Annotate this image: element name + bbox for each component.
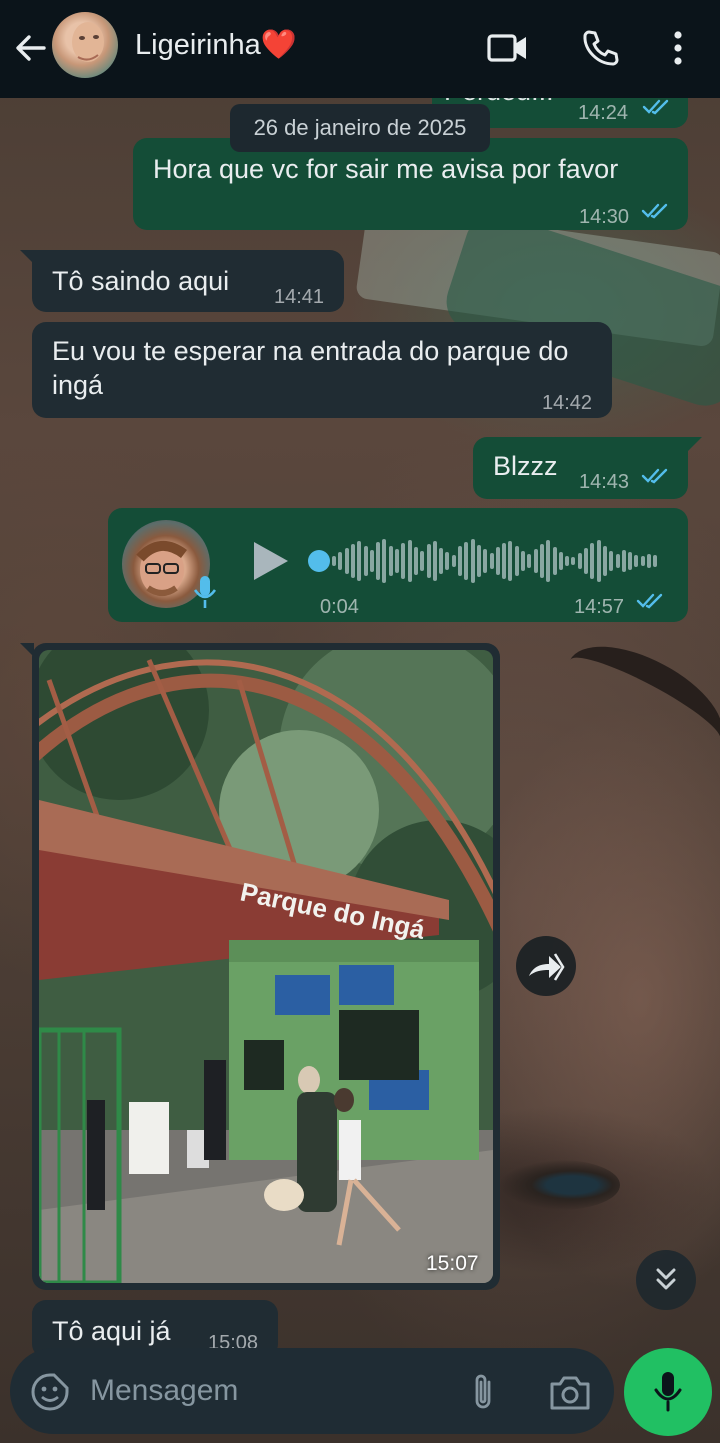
scroll-to-bottom-button[interactable]: [636, 1250, 696, 1310]
waveform-bar: [621, 550, 626, 572]
bubble-tail: [20, 643, 34, 657]
message-text: Hora que vc for sair me avisa por favor: [153, 154, 619, 184]
message-time: 14:57: [574, 596, 625, 618]
message-composer: [10, 1348, 614, 1434]
message-text: Eu vou te esperar na entrada do parque d…: [52, 336, 569, 400]
waveform-bar: [470, 539, 475, 583]
waveform-bar: [420, 551, 425, 571]
waveform-bar: [363, 546, 368, 576]
waveform-bar: [640, 556, 645, 566]
double-chevron-down-icon: [656, 1268, 676, 1290]
more-vert-icon[interactable]: [656, 26, 700, 70]
waveform-bar: [458, 546, 462, 576]
waveform-bar: [634, 555, 639, 567]
waveform-bar: [533, 549, 538, 573]
waveform-bar: [401, 543, 406, 579]
mic-icon: [654, 1372, 682, 1412]
message-text: Tô saindo aqui: [52, 266, 230, 296]
waveform-bar: [382, 539, 387, 583]
message-input[interactable]: [90, 1368, 450, 1414]
waveform-bar: [615, 554, 620, 568]
waveform-bar: [527, 554, 532, 568]
message-text: Tô aqui já: [52, 1316, 171, 1346]
message-bubble-outgoing[interactable]: Blzzz 14:43: [473, 437, 688, 499]
read-ticks-icon: [636, 593, 663, 609]
waveform-bar: [647, 554, 651, 568]
waveform-bar: [571, 557, 576, 565]
mic-badge-icon: [193, 576, 217, 608]
waveform-bar: [521, 551, 525, 571]
message-time: 14:43: [579, 471, 630, 493]
waveform-bar: [432, 541, 437, 581]
audio-waveform[interactable]: [332, 538, 662, 584]
camera-icon[interactable]: [548, 1372, 592, 1412]
message-time: 14:42: [542, 392, 593, 414]
waveform-bar: [451, 555, 456, 567]
waveform-bar: [508, 541, 513, 581]
waveform-bar: [357, 541, 362, 581]
waveform-bar: [413, 547, 418, 575]
waveform-bar: [338, 552, 343, 570]
waveform-bar: [590, 543, 595, 579]
message-time: 15:07: [426, 1252, 479, 1275]
waveform-bar: [483, 549, 488, 573]
waveform-bar: [407, 540, 412, 582]
waveform-bar: [628, 552, 633, 570]
forward-icon[interactable]: [516, 936, 576, 996]
waveform-bar: [502, 543, 507, 579]
waveform-bar: [514, 546, 519, 576]
waveform-bar: [539, 544, 544, 578]
chat-header: Ligeirinha❤️: [0, 0, 720, 98]
play-icon[interactable]: [250, 540, 290, 582]
waveform-bar: [344, 548, 349, 574]
waveform-bar: [596, 540, 601, 582]
bubble-tail: [20, 250, 34, 264]
message-time: 14:41: [274, 286, 325, 308]
attach-icon[interactable]: [470, 1372, 496, 1412]
contact-avatar[interactable]: [52, 12, 118, 78]
waveform-bar: [464, 542, 469, 580]
message-text: Blzzz: [493, 451, 558, 481]
audio-scrubber-handle[interactable]: [308, 550, 330, 572]
waveform-bar: [376, 542, 381, 580]
message-time: 14:30: [579, 206, 630, 228]
waveform-bar: [439, 548, 444, 574]
waveform-bar: [395, 549, 399, 573]
contact-name[interactable]: Ligeirinha❤️: [135, 28, 297, 62]
read-ticks-icon: [641, 468, 668, 484]
waveform-bar: [565, 556, 570, 566]
video-call-icon[interactable]: [486, 26, 530, 70]
waveform-bar: [552, 547, 557, 575]
waveform-bar: [388, 546, 393, 576]
waveform-bar: [609, 551, 614, 571]
message-bubble-incoming[interactable]: Tô saindo aqui 14:41: [32, 250, 344, 312]
waveform-bar: [653, 555, 658, 567]
waveform-bar: [350, 544, 355, 578]
waveform-bar: [476, 545, 481, 577]
date-chip: 26 de janeiro de 2025: [230, 104, 490, 152]
mic-button[interactable]: [624, 1348, 712, 1436]
waveform-bar: [558, 552, 563, 570]
waveform-bar: [495, 547, 500, 575]
read-ticks-icon: [641, 203, 668, 219]
waveform-bar: [426, 544, 431, 578]
waveform-bar: [332, 556, 336, 566]
bubble-tail: [688, 437, 702, 451]
waveform-bar: [602, 546, 607, 576]
wallpaper-detail: [551, 624, 720, 776]
waveform-bar: [445, 552, 450, 570]
waveform-bar: [369, 550, 374, 572]
waveform-bar: [489, 553, 494, 569]
back-arrow-icon[interactable]: [10, 28, 50, 68]
voice-duration: 0:04: [320, 596, 359, 618]
waveform-bar: [577, 553, 582, 569]
waveform-bar: [584, 548, 588, 574]
waveform-bar: [546, 540, 551, 582]
wallpaper-detail: [500, 1160, 620, 1210]
sticker-icon[interactable]: [30, 1372, 70, 1412]
park-entrance-photo[interactable]: Parque do Ingá 15:07: [39, 650, 493, 1283]
phone-icon[interactable]: [578, 26, 622, 70]
message-bubble-incoming[interactable]: Eu vou te esperar na entrada do parque d…: [32, 322, 612, 418]
